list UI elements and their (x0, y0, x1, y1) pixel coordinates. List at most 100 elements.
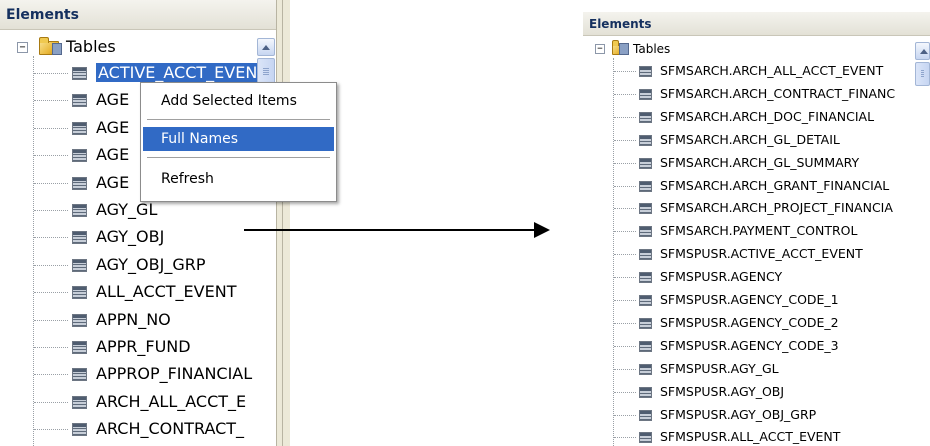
tree-item-table[interactable]: SFMSPUSR.AGENCY (583, 266, 913, 288)
table-icon (72, 313, 87, 327)
tree-item-table[interactable]: SFMSARCH.ARCH_CONTRACT_FINANC (583, 83, 913, 105)
tree-connector (614, 368, 636, 370)
tree-item-table[interactable]: SFMSPUSR.ALL_ACCT_EVENT (583, 426, 913, 446)
tree-connector (614, 322, 636, 324)
tree-item-label: SFMSPUSR.ALL_ACCT_EVENT (660, 429, 841, 445)
tree-connector (614, 139, 636, 141)
tree-item-table[interactable]: SFMSPUSR.AGENCY_CODE_3 (583, 335, 913, 357)
menu-item-refresh[interactable]: Refresh (143, 167, 334, 191)
tree-connector (614, 208, 636, 210)
tree-root-tables[interactable]: − Tables (0, 34, 276, 60)
tree-item-table[interactable]: SFMSARCH.ARCH_GRANT_FINANCIAL (583, 175, 913, 197)
tree-item-label: AGE (96, 90, 130, 110)
tree-item-table[interactable]: ARCH_ALL_ACCT_E (0, 389, 276, 415)
tree-item-label: SFMSPUSR.AGENCY_CODE_2 (660, 314, 839, 330)
menu-separator (147, 119, 330, 121)
table-icon (72, 231, 87, 245)
tree-connector (614, 345, 636, 347)
tree-item-table[interactable]: SFMSPUSR.AGY_OBJ_GRP (583, 404, 913, 426)
tree-item-label: SFMSPUSR.AGY_GL (660, 360, 779, 376)
collapse-toggle-icon[interactable]: − (17, 42, 28, 53)
table-icon (72, 341, 87, 354)
tree-item-label: ARCH_CONTRACT_ (96, 419, 245, 439)
tree-connector (34, 182, 68, 184)
transition-arrow-line (244, 229, 536, 231)
table-icon (639, 226, 652, 238)
tree-item-label: SFMSPUSR.AGY_OBJ_GRP (660, 406, 817, 422)
tree-item-table[interactable]: AGY_OBJ (0, 224, 276, 250)
menu-item-full-names[interactable]: Full Names (143, 127, 334, 151)
tree-item-label: ALL_ACCT_EVENT (96, 282, 237, 302)
tree-item-table[interactable]: SFMSPUSR.AGY_GL (583, 358, 913, 380)
tree-item-label: SFMSPUSR.AGY_OBJ (660, 383, 785, 399)
tree-item-table[interactable]: SFMSPUSR.AGENCY_CODE_2 (583, 312, 913, 334)
tree-item-table[interactable]: SFMSPUSR.AGY_OBJ (583, 381, 913, 403)
tree-item-label: SFMSARCH.ARCH_PROJECT_FINANCIA (660, 200, 893, 216)
table-icon (639, 272, 652, 284)
tree-root-label: Tables (66, 37, 116, 56)
table-icon (639, 88, 652, 100)
tree-connector (34, 429, 68, 431)
tree-item-label: AGE (96, 172, 130, 192)
tree-item-label: AGE (96, 145, 130, 165)
tree-item-label: SFMSARCH.ARCH_GL_SUMMARY (660, 154, 860, 170)
tree-item-table[interactable]: APPROP_FINANCIAL (0, 361, 276, 387)
tree-item-label: SFMSARCH.ARCH_CONTRACT_FINANC (660, 85, 896, 101)
tree-connector (34, 100, 68, 102)
tree-item-label: SFMSARCH.ARCH_GRANT_FINANCIAL (660, 177, 890, 193)
tree-connector (614, 93, 636, 95)
scrollbar-thumb[interactable] (915, 62, 930, 86)
tree-item-table[interactable]: APPN_NO (0, 307, 276, 333)
tree-item-label: ACTIVE_ACCT_EVEN (94, 62, 261, 83)
tree-item-label: SFMSARCH.ARCH_GL_DETAIL (660, 131, 840, 147)
tree-item-label: AGE (96, 117, 130, 137)
table-icon (639, 317, 652, 329)
table-icon (639, 295, 652, 306)
context-menu: Add Selected Items Full Names Refresh (140, 82, 337, 202)
tree-item-table[interactable]: SFMSARCH.ARCH_GL_SUMMARY (583, 152, 913, 174)
tree-item-table[interactable]: SFMSARCH.PAYMENT_CONTROL (583, 220, 913, 242)
tree-item-table[interactable]: AGY_OBJ_GRP (0, 252, 276, 278)
tables-folder-icon (39, 37, 62, 55)
tree-item-table[interactable]: SFMSPUSR.AGENCY_CODE_1 (583, 289, 913, 311)
table-icon (72, 423, 87, 437)
table-icon (639, 66, 652, 77)
table-icon (639, 180, 652, 192)
table-icon (639, 432, 652, 444)
tree-connector (614, 162, 636, 164)
tree-item-table[interactable]: SFMSARCH.ARCH_GL_DETAIL (583, 129, 913, 151)
table-icon (72, 67, 87, 80)
tree-item-label: SFMSPUSR.ACTIVE_ACCT_EVENT (660, 246, 863, 262)
tree-item-label: SFMSPUSR.AGENCY (660, 269, 783, 285)
scrollbar-track[interactable] (913, 38, 930, 446)
scroll-up-button[interactable] (915, 42, 930, 60)
panel-frame-divider (276, 0, 290, 446)
table-icon (639, 409, 652, 421)
left-elements-panel: Elements − Tables ACTIVE_ACCT_EVEN AGE AGE… (0, 0, 290, 446)
tree-item-table[interactable]: SFMSARCH.ARCH_PROJECT_FINANCIA (583, 197, 913, 219)
tree-item-table[interactable]: SFMSARCH.ARCH_ALL_ACCT_EVENT (583, 60, 913, 82)
menu-separator (147, 157, 330, 159)
menu-item-add-selected[interactable]: Add Selected Items (143, 89, 334, 113)
table-icon (72, 149, 87, 163)
tree-item-label: AGY_OBJ_GRP (96, 254, 206, 274)
tree-item-table[interactable]: ARCH_CONTRACT_ (0, 416, 276, 442)
tree-item-table[interactable]: ALL_ACCT_EVENT (0, 279, 276, 305)
tree-item-table[interactable]: APPR_FUND (0, 334, 276, 360)
tree-connector (614, 414, 636, 416)
scroll-up-button[interactable] (257, 38, 275, 56)
tree-root-tables[interactable]: − Tables (583, 38, 913, 60)
table-icon (72, 286, 87, 300)
table-icon (639, 363, 652, 375)
table-icon (72, 176, 87, 190)
table-icon (72, 368, 87, 382)
tree-connector (614, 116, 636, 118)
tree-root-label: Tables (633, 42, 671, 56)
tree-item-table[interactable]: SFMSPUSR.ACTIVE_ACCT_EVENT (583, 243, 913, 265)
tree-connector (34, 401, 68, 403)
tree-item-label: APPR_FUND (96, 337, 191, 356)
table-icon (639, 111, 652, 123)
tree-item-label: SFMSPUSR.AGENCY_CODE_3 (660, 337, 839, 353)
tree-item-table[interactable]: SFMSARCH.ARCH_DOC_FINANCIAL (583, 106, 913, 128)
collapse-toggle-icon[interactable]: − (595, 44, 605, 54)
